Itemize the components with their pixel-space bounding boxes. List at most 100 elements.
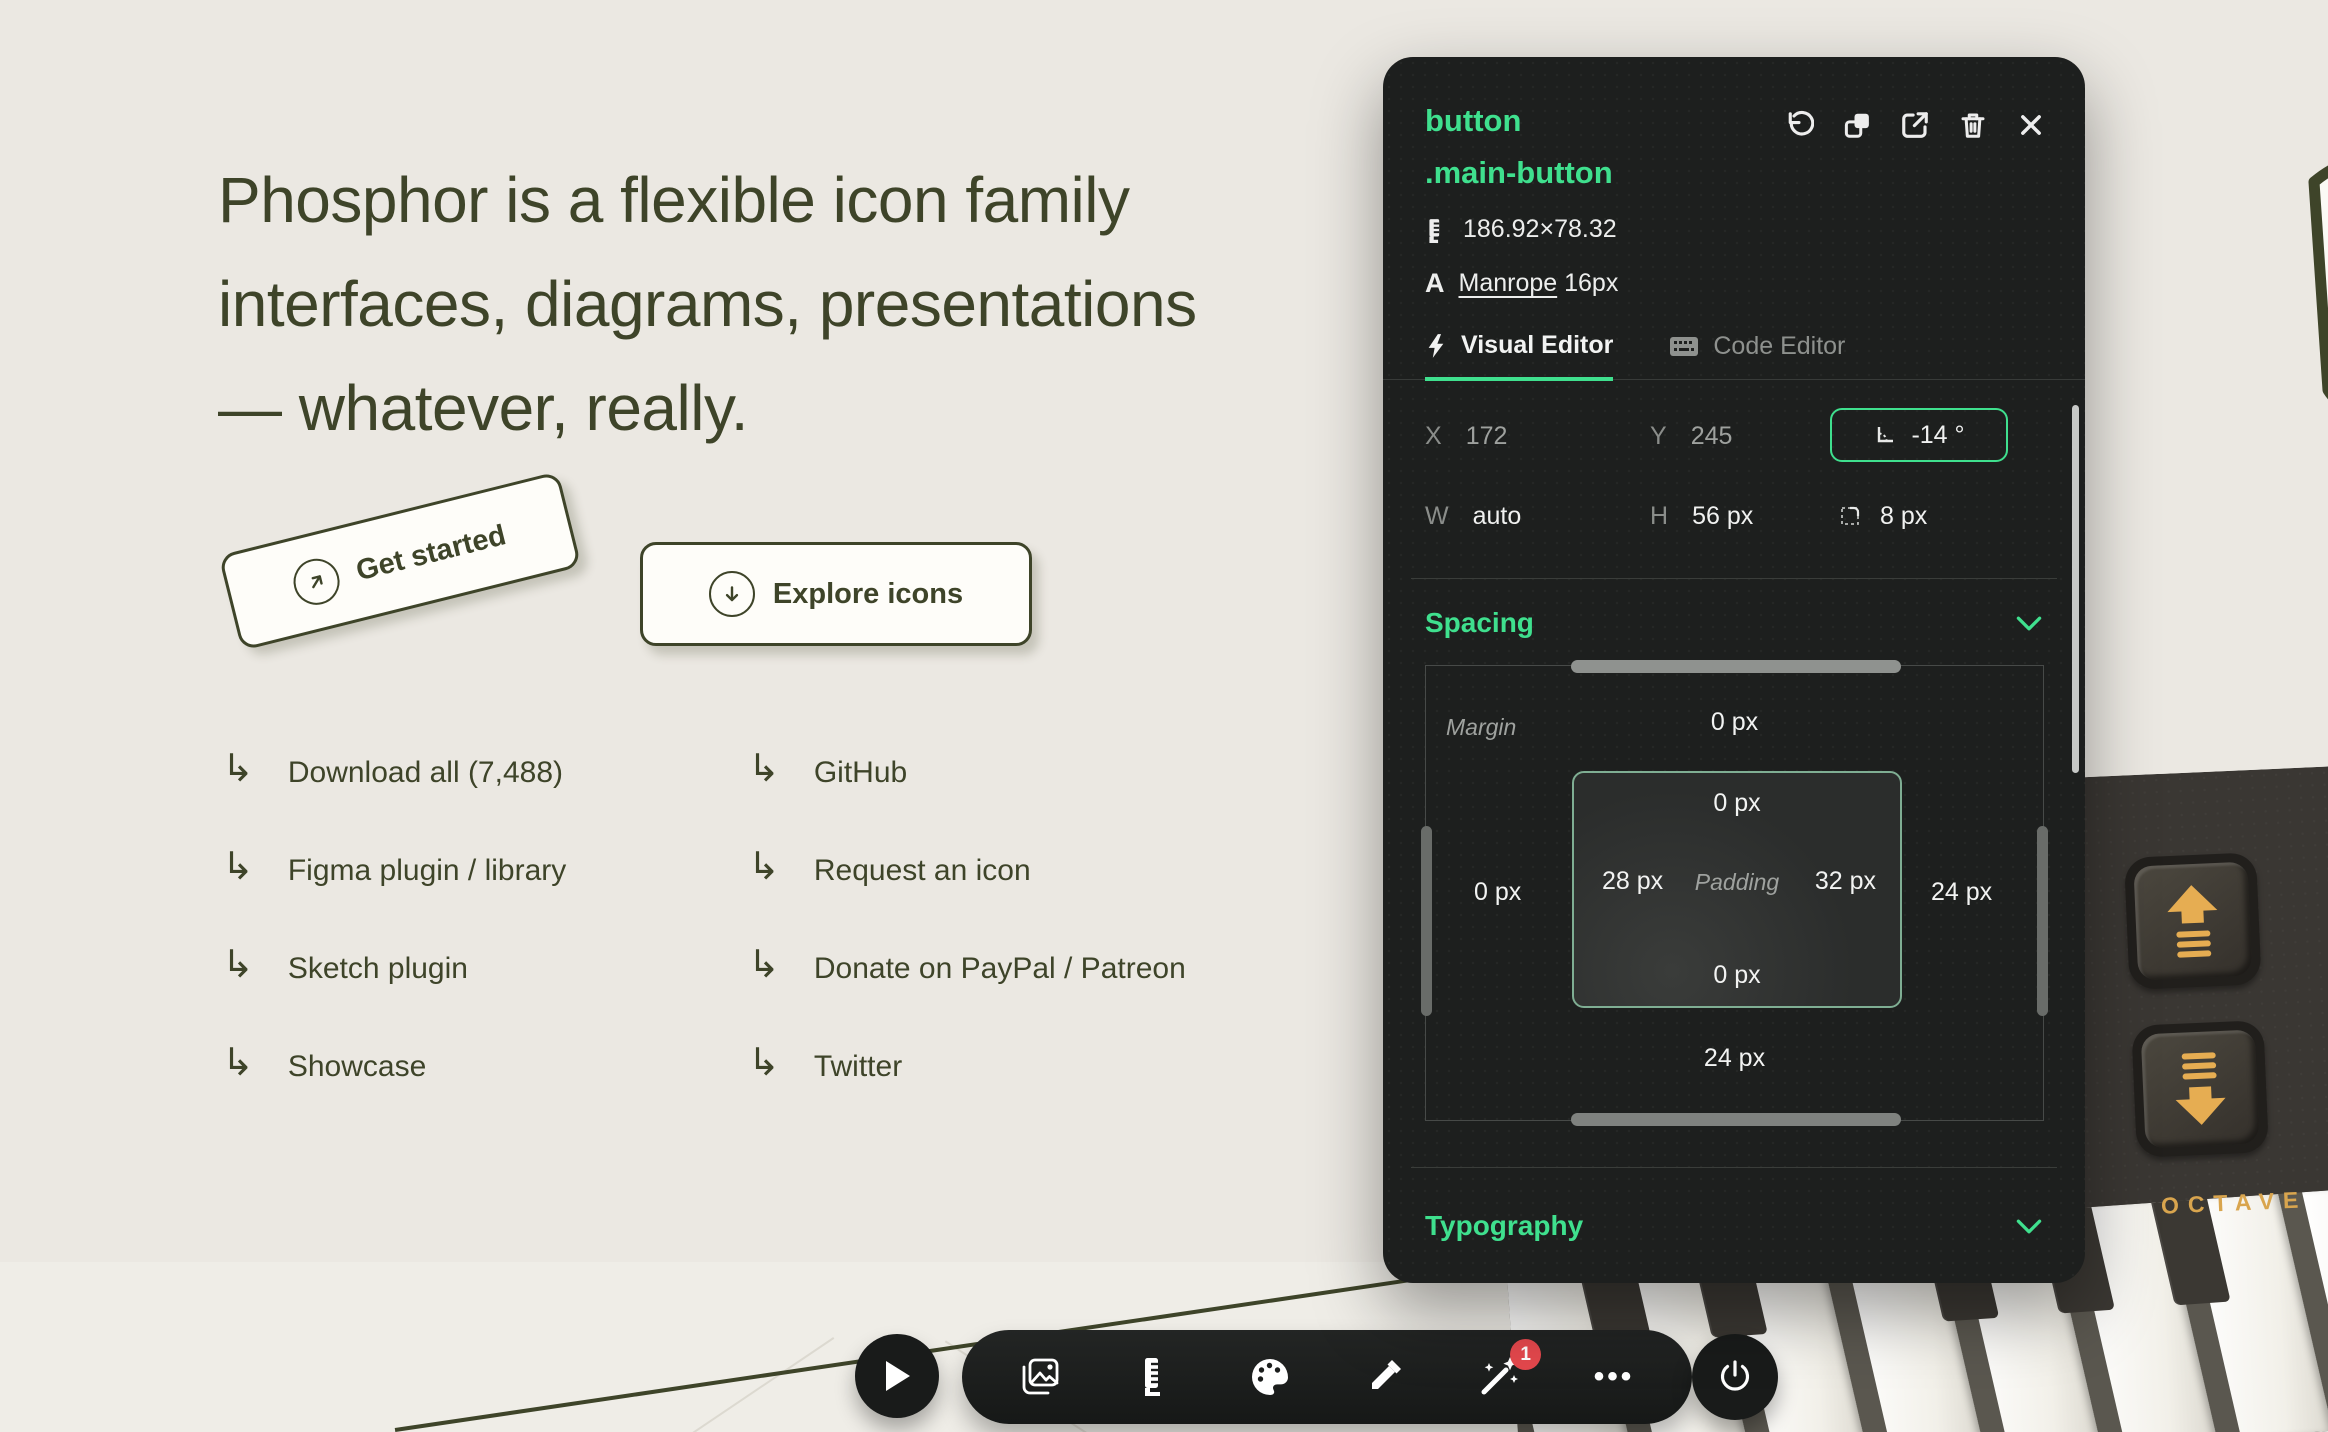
link-figma-plugin[interactable]: ↳ Figma plugin / library — [222, 846, 566, 888]
link-arrow-icon: ↳ — [748, 1042, 780, 1084]
cursor-doodle — [2308, 165, 2328, 400]
border-radius-field[interactable]: 8 px — [1838, 488, 1927, 544]
panel-actions — [1783, 109, 2047, 141]
undo-icon[interactable] — [1783, 109, 1815, 141]
get-started-button[interactable]: Get started — [218, 471, 582, 651]
link-arrow-icon: ↳ — [222, 1042, 254, 1084]
panel-scrollbar[interactable] — [2072, 405, 2079, 773]
divider — [1411, 578, 2057, 579]
play-icon — [886, 1361, 910, 1391]
octave-down-button[interactable] — [2131, 1020, 2269, 1158]
explore-icons-label: Explore icons — [772, 577, 964, 610]
arrow-down-icon — [708, 571, 755, 617]
width-field[interactable]: W auto — [1425, 488, 1521, 544]
margin-right-value[interactable]: 24 px — [1931, 878, 1992, 907]
close-icon[interactable] — [2015, 109, 2047, 141]
ruler-icon — [1144, 1358, 1160, 1396]
arrow-up-icon — [2133, 861, 2253, 981]
inspector-panel: button .main-button 186.92×78.32 A Manro… — [1383, 57, 2085, 1283]
margin-bottom-handle[interactable] — [1571, 1113, 1901, 1126]
open-external-icon[interactable] — [1899, 109, 1931, 141]
ruler-small-icon — [1429, 218, 1440, 243]
images-tool-button[interactable] — [1014, 1351, 1066, 1403]
tab-code-editor[interactable]: Code Editor — [1669, 331, 1845, 379]
padding-right-value[interactable]: 32 px — [1815, 867, 1876, 896]
eyedropper-tool-button[interactable] — [1358, 1351, 1410, 1403]
octave-controls: OCTAVE — [2124, 850, 2328, 1221]
link-arrow-icon: ↳ — [222, 748, 254, 790]
font-family-link[interactable]: Manrope — [1459, 269, 1558, 297]
octave-up-button[interactable] — [2124, 852, 2262, 990]
editor-tabs: Visual Editor Code Editor — [1383, 331, 2085, 381]
angle-icon — [1878, 427, 1894, 443]
padding-top-value[interactable]: 0 px — [1713, 789, 1760, 818]
magic-wand-tool-button[interactable]: 1 — [1473, 1339, 1542, 1403]
link-github[interactable]: ↳ GitHub — [748, 748, 907, 790]
heading-line-1: Phosphor is a flexible icon family — [218, 164, 1130, 236]
padding-label: Padding — [1694, 869, 1780, 895]
margin-top-value[interactable]: 0 px — [1711, 708, 1758, 737]
chevron-down-icon — [2016, 1219, 2042, 1233]
play-button[interactable] — [855, 1334, 939, 1418]
power-icon — [1720, 1360, 1750, 1391]
heading-line-3: — whatever, really. — [218, 372, 748, 444]
element-font: A Manrope 16px — [1425, 268, 1619, 298]
trash-icon[interactable] — [1957, 109, 1989, 141]
notification-badge: 1 — [1510, 1339, 1542, 1370]
link-download-all[interactable]: ↳ Download all (7,488) — [222, 748, 563, 790]
divider — [1411, 1167, 2057, 1168]
margin-top-handle[interactable] — [1571, 660, 1901, 673]
lightning-icon — [1428, 333, 1444, 358]
link-showcase[interactable]: ↳ Showcase — [222, 1042, 426, 1084]
margin-left-handle[interactable] — [1421, 826, 1432, 1016]
page-title: Phosphor is a flexible icon family inter… — [218, 148, 1197, 460]
rotation-field[interactable]: -14 ° — [1830, 408, 2008, 462]
x-field[interactable]: X 172 — [1425, 408, 1507, 464]
link-request-icon[interactable]: ↳ Request an icon — [748, 846, 1031, 888]
power-button[interactable] — [1692, 1334, 1778, 1420]
more-options-button[interactable]: ••• — [1588, 1351, 1640, 1403]
ellipsis-icon: ••• — [1593, 1360, 1635, 1393]
heading-line-2: interfaces, diagrams, presentations — [218, 268, 1197, 340]
arrow-down-icon — [2140, 1029, 2260, 1149]
margin-label: Margin — [1446, 714, 1517, 740]
padding-box: 0 px 28 px Padding 32 px 0 px — [1572, 771, 1902, 1008]
tab-visual-editor[interactable]: Visual Editor — [1425, 331, 1614, 381]
link-arrow-icon: ↳ — [748, 748, 780, 790]
link-arrow-icon: ↳ — [748, 846, 780, 888]
box-model-editor: Margin 0 px 0 px 24 px 24 px 0 px 28 px … — [1421, 660, 2048, 1126]
radius-icon — [1841, 506, 1860, 525]
page: Phosphor is a flexible icon family inter… — [0, 0, 2328, 1432]
typography-section-header[interactable]: Typography — [1383, 1210, 2085, 1242]
selected-element-class: .main-button — [1425, 155, 1613, 190]
keyboard-icon — [1670, 337, 1699, 356]
link-twitter[interactable]: ↳ Twitter — [748, 1042, 902, 1084]
spacing-section-header[interactable]: Spacing — [1383, 607, 2085, 639]
position-size-fields: X 172 Y 245 -14 ° W auto H 56 px 8 px — [1383, 380, 2085, 578]
margin-bottom-value[interactable]: 24 px — [1704, 1044, 1765, 1073]
link-sketch-plugin[interactable]: ↳ Sketch plugin — [222, 944, 468, 986]
padding-bottom-value[interactable]: 0 px — [1713, 961, 1760, 990]
ruler-tool-button[interactable] — [1129, 1351, 1181, 1403]
link-arrow-icon: ↳ — [748, 944, 780, 986]
margin-right-handle[interactable] — [2037, 826, 2048, 1016]
explore-icons-button[interactable]: Explore icons — [640, 542, 1032, 646]
arrow-up-right-icon — [289, 553, 345, 610]
font-icon: A — [1425, 268, 1445, 298]
margin-left-value[interactable]: 0 px — [1474, 878, 1521, 907]
palette-icon — [1251, 1359, 1288, 1395]
images-icon — [1022, 1358, 1059, 1395]
link-arrow-icon: ↳ — [222, 846, 254, 888]
padding-left-value[interactable]: 28 px — [1602, 867, 1663, 896]
element-dimensions: 186.92×78.32 — [1425, 215, 2043, 244]
height-field[interactable]: H 56 px — [1650, 488, 1753, 544]
y-field[interactable]: Y 245 — [1650, 408, 1732, 464]
link-donate[interactable]: ↳ Donate on PayPal / Patreon — [748, 944, 1186, 986]
get-started-label: Get started — [352, 518, 510, 587]
duplicate-icon[interactable] — [1841, 109, 1873, 141]
eyedropper-icon — [1372, 1360, 1402, 1389]
link-arrow-icon: ↳ — [222, 944, 254, 986]
palette-tool-button[interactable] — [1244, 1351, 1296, 1403]
chevron-down-icon — [2016, 616, 2042, 630]
toolbar: 1 ••• — [962, 1330, 1692, 1424]
